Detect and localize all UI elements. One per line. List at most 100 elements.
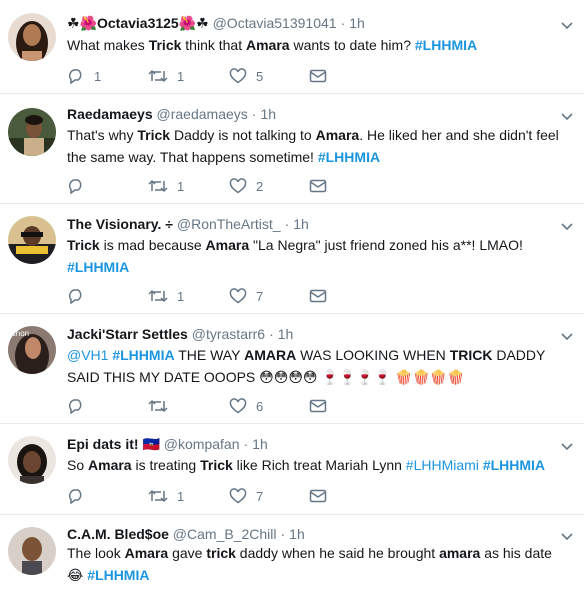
retweet-button[interactable]: 1	[148, 176, 184, 196]
text-segment: Amara	[315, 127, 360, 143]
tweet[interactable]: ☘🌺Octavia3125🌺☘ @Octavia51391041 · 1h What…	[0, 0, 584, 94]
reply-icon	[67, 178, 85, 194]
tweet-text: So Amara is treating Trick like Rich tre…	[67, 454, 572, 476]
user-handle[interactable]: @kompafan	[164, 436, 240, 452]
tweet[interactable]: The Visionary. ÷ @RonTheArtist_ · 1h Trick…	[0, 204, 584, 314]
reply-icon	[67, 288, 85, 304]
retweet-button[interactable]: 1	[148, 486, 184, 506]
retweet-button[interactable]: 1	[148, 66, 184, 86]
retweet-icon	[148, 488, 168, 504]
envelope-icon	[309, 399, 327, 413]
separator-dot: ·	[269, 326, 274, 342]
reply-button[interactable]	[67, 396, 94, 416]
timestamp[interactable]: 1h	[293, 216, 309, 232]
like-count: 2	[256, 178, 264, 194]
tweet[interactable]: ishon Jacki'Starr Settles @tyrastarr6 · 1h…	[0, 314, 584, 424]
text-segment: is treating	[131, 457, 201, 473]
chevron-down-icon[interactable]	[560, 529, 574, 541]
tweet-header: Jacki'Starr Settles @tyrastarr6 · 1h	[67, 325, 293, 343]
hashtag-link[interactable]: #LHHMIA	[67, 259, 129, 275]
avatar[interactable]	[8, 13, 56, 61]
envelope-icon	[309, 289, 327, 303]
tweet-header: C.A.M. Bled$oe @Cam_B_2Chill · 1h	[67, 525, 305, 543]
tweet[interactable]: Epi dats it! 🇭🇹 @kompafan · 1h So Amara is…	[0, 424, 584, 515]
timestamp[interactable]: 1h	[349, 15, 365, 31]
retweet-button[interactable]: 1	[148, 286, 184, 306]
hashtag-link[interactable]: @VH1	[67, 347, 108, 363]
avatar[interactable]	[8, 436, 56, 484]
hashtag-link[interactable]: #LHHMIA	[415, 37, 477, 53]
chevron-down-icon[interactable]	[560, 329, 574, 341]
text-segment: AMARA	[244, 347, 297, 363]
like-button[interactable]: 6	[229, 396, 263, 416]
dm-button[interactable]	[309, 176, 327, 196]
hashtag-link[interactable]: #LHHMiami	[406, 457, 479, 473]
chevron-down-icon[interactable]	[560, 109, 574, 121]
dm-button[interactable]	[309, 286, 327, 306]
dm-button[interactable]	[309, 486, 327, 506]
reply-button[interactable]	[67, 286, 94, 306]
like-button[interactable]: 7	[229, 486, 263, 506]
retweet-button[interactable]	[148, 396, 177, 416]
user-handle[interactable]: @raedamaeys	[157, 106, 248, 122]
avatar[interactable]	[8, 108, 56, 156]
timestamp[interactable]: 1h	[252, 436, 268, 452]
chevron-down-icon[interactable]	[560, 219, 574, 231]
reply-button[interactable]	[67, 176, 94, 196]
text-segment: is mad because	[99, 237, 206, 253]
display-name[interactable]: C.A.M. Bled$oe	[67, 526, 169, 542]
text-segment: daddy when he said he brought	[235, 545, 440, 561]
display-name[interactable]: Raedamaeys	[67, 106, 153, 122]
reply-button[interactable]	[67, 486, 94, 506]
user-handle[interactable]: @tyrastarr6	[192, 326, 265, 342]
avatar[interactable]	[8, 527, 56, 575]
retweet-icon	[148, 398, 168, 414]
text-segment: amara	[439, 545, 481, 561]
user-handle[interactable]: @Octavia51391041	[213, 15, 337, 31]
retweet-count: 1	[177, 288, 185, 304]
text-segment: like Rich treat Mariah Lynn	[232, 457, 406, 473]
retweet-icon	[148, 288, 168, 304]
chevron-down-icon[interactable]	[560, 18, 574, 30]
avatar[interactable]	[8, 216, 56, 264]
text-segment: The look	[67, 545, 125, 561]
reply-icon	[67, 68, 85, 84]
reply-count: 1	[94, 68, 102, 84]
dm-button[interactable]	[309, 66, 327, 86]
tweet-text: That's why Trick Daddy is not talking to…	[67, 124, 572, 168]
retweet-icon	[148, 178, 168, 194]
avatar[interactable]: ishon	[8, 326, 56, 374]
like-button[interactable]: 7	[229, 286, 263, 306]
timestamp[interactable]: 1h	[278, 326, 294, 342]
tweet[interactable]: C.A.M. Bled$oe @Cam_B_2Chill · 1h The look…	[0, 515, 584, 594]
reply-button[interactable]: 1	[67, 66, 101, 86]
name-decoration: ☘🌺	[67, 15, 97, 31]
hashtag-link[interactable]: #LHHMIA	[483, 457, 545, 473]
envelope-icon	[309, 69, 327, 83]
text-segment: think that	[181, 37, 246, 53]
reply-icon	[67, 398, 85, 414]
envelope-icon	[309, 179, 327, 193]
timestamp[interactable]: 1h	[260, 106, 276, 122]
text-segment: "La Negra" just friend zoned his a**! LM…	[249, 237, 523, 253]
tweet[interactable]: Raedamaeys @raedamaeys · 1h That's why Tri…	[0, 94, 584, 204]
text-segment: So	[67, 457, 89, 473]
hashtag-link[interactable]: #LHHMIA	[87, 567, 149, 583]
chevron-down-icon[interactable]	[560, 439, 574, 451]
like-button[interactable]: 2	[229, 176, 263, 196]
text-segment: WAS LOOKING WHEN	[296, 347, 450, 363]
hashtag-link[interactable]: #LHHMIA	[112, 347, 174, 363]
dm-button[interactable]	[309, 396, 327, 416]
text-segment: THE WAY	[174, 347, 245, 363]
like-button[interactable]: 5	[229, 66, 263, 86]
envelope-icon	[309, 489, 327, 503]
user-handle[interactable]: @Cam_B_2Chill	[173, 526, 277, 542]
display-name[interactable]: The Visionary. ÷	[67, 216, 173, 232]
display-name[interactable]: Octavia3125	[97, 15, 179, 31]
timestamp[interactable]: 1h	[289, 526, 305, 542]
display-name[interactable]: Epi dats it!	[67, 436, 139, 452]
display-name[interactable]: Jacki'Starr Settles	[67, 326, 188, 342]
hashtag-link[interactable]: #LHHMIA	[318, 149, 380, 165]
user-handle[interactable]: @RonTheArtist_	[177, 216, 281, 232]
text-segment: TRICK	[449, 347, 493, 363]
